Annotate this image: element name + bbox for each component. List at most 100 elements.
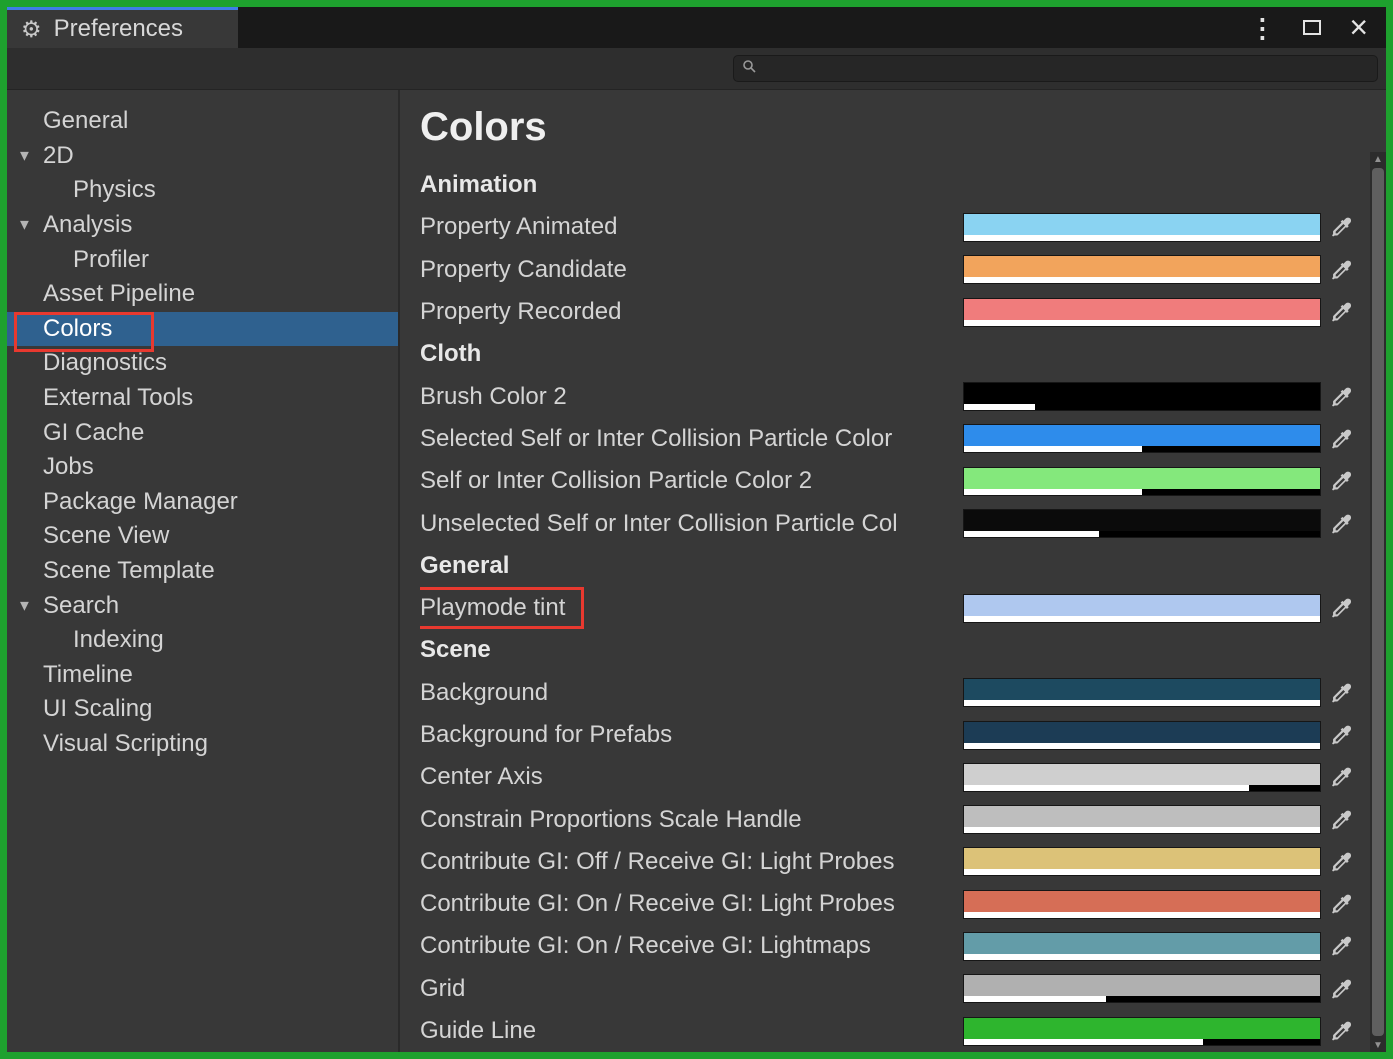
sidebar-item-label: Scene Template [43, 557, 215, 585]
toolbar [7, 48, 1386, 90]
kebab-menu-icon[interactable]: ⋮ [1249, 15, 1275, 41]
sidebar-item-ui-scaling[interactable]: UI Scaling [7, 692, 398, 727]
tab-preferences[interactable]: ⚙ Preferences [7, 7, 238, 48]
sidebar-item-asset-pipeline[interactable]: Asset Pipeline [7, 277, 398, 312]
alpha-bar [964, 531, 1320, 537]
color-setting-label-text: Contribute GI: On / Receive GI: Light Pr… [420, 890, 895, 917]
preferences-window: ⚙ Preferences ⋮ × General ▼ 2D Physics▼Anal… [7, 7, 1386, 1052]
sidebar-item-jobs[interactable]: Jobs [7, 450, 398, 485]
color-setting-label: Constrain Proportions Scale Handle [420, 806, 963, 834]
color-setting-label: Grid [420, 975, 963, 1003]
page-title: Colors [420, 104, 1366, 150]
eyedropper-icon[interactable] [1321, 893, 1363, 915]
sidebar-item-timeline[interactable]: Timeline [7, 658, 398, 693]
section-header-scene: Scene [420, 629, 1366, 671]
color-setting-label-text: Contribute GI: On / Receive GI: Lightmap… [420, 932, 871, 959]
sidebar-item-search[interactable]: ▼ Search [7, 588, 398, 623]
sidebar-item-2d[interactable]: ▼ 2D [7, 139, 398, 174]
eyedropper-icon[interactable] [1321, 470, 1363, 492]
color-swatch[interactable] [963, 298, 1321, 327]
eyedropper-icon[interactable] [1321, 724, 1363, 746]
scroll-down-icon[interactable]: ▼ [1373, 1038, 1383, 1052]
alpha-bar [964, 996, 1320, 1002]
scrollbar-thumb[interactable] [1372, 168, 1384, 1036]
eyedropper-icon[interactable] [1321, 851, 1363, 873]
color-swatch[interactable] [963, 594, 1321, 623]
eyedropper-icon[interactable] [1321, 428, 1363, 450]
color-swatch[interactable] [963, 805, 1321, 834]
sidebar-item-profiler[interactable]: Profiler [7, 242, 398, 277]
color-setting-label-text: Guide Line [420, 1017, 536, 1044]
vertical-scrollbar[interactable]: ▲ ▼ [1370, 152, 1386, 1052]
foldout-triangle-icon[interactable]: ▼ [17, 147, 32, 164]
color-row: Contribute GI: On / Receive GI: Light Pr… [420, 883, 1366, 925]
eyedropper-icon[interactable] [1321, 597, 1363, 619]
color-swatch[interactable] [963, 932, 1321, 961]
eyedropper-icon[interactable] [1321, 259, 1363, 281]
color-swatch[interactable] [963, 213, 1321, 242]
color-row: Property Candidate [420, 249, 1366, 291]
eyedropper-icon[interactable] [1321, 809, 1363, 831]
maximize-icon[interactable] [1303, 20, 1321, 35]
sidebar-item-diagnostics[interactable]: Diagnostics [7, 346, 398, 381]
sidebar-item-visual-scripting[interactable]: Visual Scripting [7, 727, 398, 762]
color-setting-label-text: Playmode tint [420, 587, 584, 629]
section-header-cloth: Cloth [420, 333, 1366, 375]
colors-panel: Colors AnimationProperty AnimatedPropert… [400, 90, 1386, 1052]
color-setting-label: Property Recorded [420, 298, 963, 326]
sidebar-item-indexing[interactable]: Indexing [7, 623, 398, 658]
color-swatch[interactable] [963, 763, 1321, 792]
eyedropper-icon[interactable] [1321, 386, 1363, 408]
color-swatch[interactable] [963, 424, 1321, 453]
sidebar-item-gi-cache[interactable]: GI Cache [7, 415, 398, 450]
sidebar-item-label: 2D [43, 142, 74, 170]
eyedropper-icon[interactable] [1321, 766, 1363, 788]
color-swatch[interactable] [963, 721, 1321, 750]
sidebar-item-analysis[interactable]: ▼Analysis [7, 208, 398, 243]
color-row: Background [420, 672, 1366, 714]
sidebar-item-external-tools[interactable]: External Tools [7, 381, 398, 416]
gear-icon: ⚙ [21, 18, 42, 41]
sidebar-item-scene-view[interactable]: Scene View [7, 519, 398, 554]
sidebar-item-label: Asset Pipeline [43, 280, 195, 308]
sidebar-item-label: Search [43, 592, 119, 620]
color-swatch[interactable] [963, 974, 1321, 1003]
alpha-bar [964, 404, 1320, 410]
color-swatch[interactable] [963, 890, 1321, 919]
sidebar-item-colors[interactable]: Colors [7, 312, 398, 347]
close-icon[interactable]: × [1349, 15, 1368, 41]
color-swatch[interactable] [963, 382, 1321, 411]
color-swatch[interactable] [963, 467, 1321, 496]
eyedropper-icon[interactable] [1321, 1020, 1363, 1042]
alpha-bar [964, 320, 1320, 326]
alpha-bar [964, 785, 1320, 791]
sidebar-item-scene-template[interactable]: Scene Template [7, 554, 398, 589]
search-box[interactable] [733, 55, 1378, 82]
color-swatch[interactable] [963, 678, 1321, 707]
eyedropper-icon[interactable] [1321, 935, 1363, 957]
color-swatch[interactable] [963, 255, 1321, 284]
color-setting-label-text: Property Animated [420, 213, 617, 240]
search-input[interactable] [763, 60, 1369, 78]
color-swatch[interactable] [963, 1017, 1321, 1046]
eyedropper-icon[interactable] [1321, 301, 1363, 323]
alpha-bar [964, 743, 1320, 749]
foldout-triangle-icon[interactable]: ▼ [17, 217, 32, 234]
color-swatch[interactable] [963, 847, 1321, 876]
alpha-bar [964, 700, 1320, 706]
eyedropper-icon[interactable] [1321, 978, 1363, 1000]
eyedropper-icon[interactable] [1321, 216, 1363, 238]
scroll-up-icon[interactable]: ▲ [1373, 152, 1383, 166]
color-setting-label: Center Axis [420, 763, 963, 791]
content-area: General ▼ 2D Physics▼AnalysisProfiler Asset … [7, 90, 1386, 1052]
sidebar-item-general[interactable]: General [7, 104, 398, 139]
eyedropper-icon[interactable] [1321, 682, 1363, 704]
color-row: Playmode tint [420, 587, 1366, 629]
sidebar-item-label: Visual Scripting [43, 730, 208, 758]
color-swatch[interactable] [963, 509, 1321, 538]
sidebar-item-physics[interactable]: Physics [7, 173, 398, 208]
foldout-triangle-icon[interactable]: ▼ [17, 597, 32, 614]
eyedropper-icon[interactable] [1321, 513, 1363, 535]
sidebar-item-label: Jobs [43, 453, 94, 481]
sidebar-item-package-manager[interactable]: Package Manager [7, 485, 398, 520]
